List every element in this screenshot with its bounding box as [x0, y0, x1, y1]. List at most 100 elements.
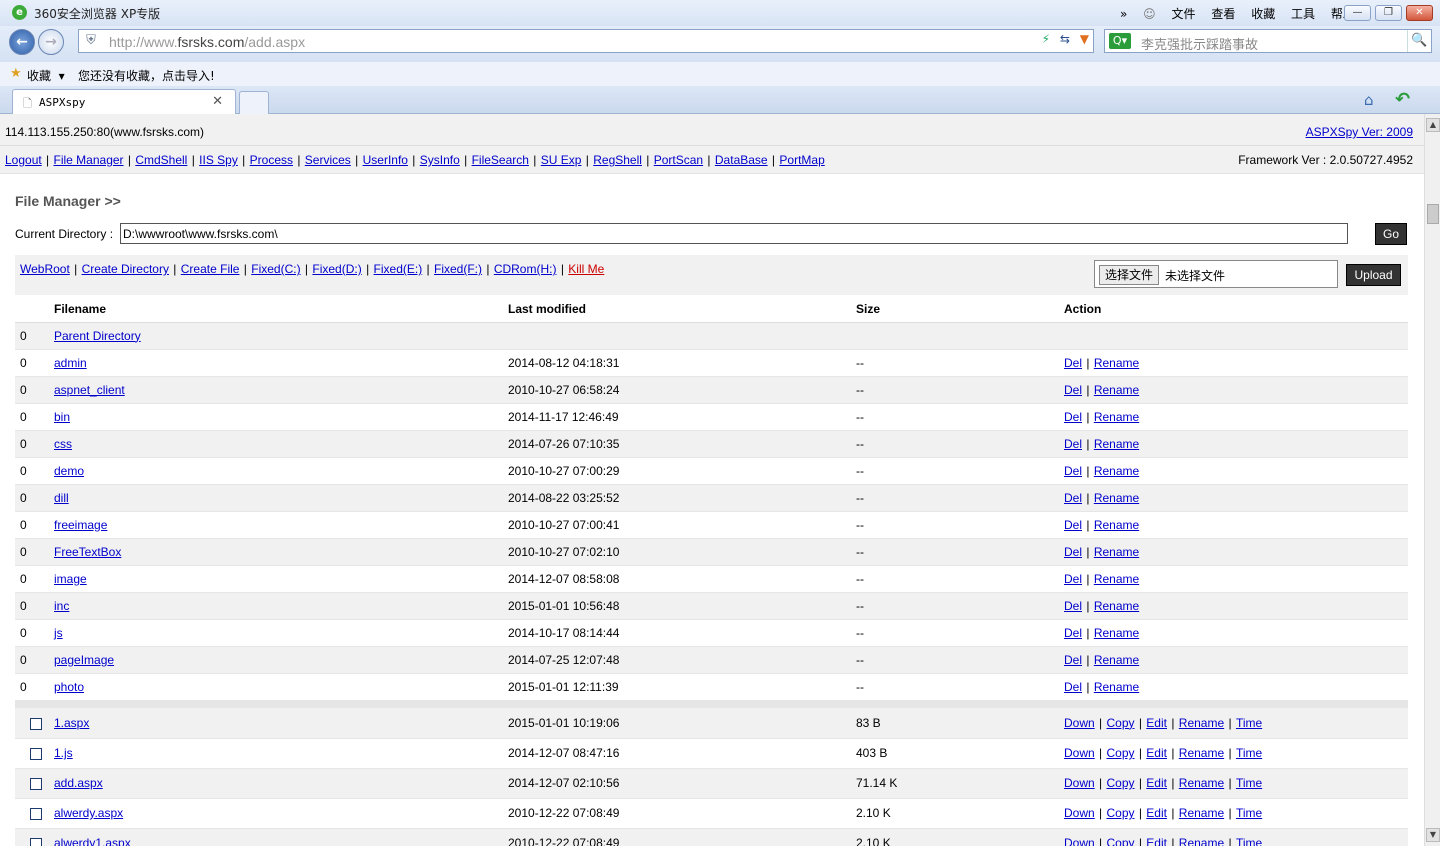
search-engine-icon[interactable]: Q▾ [1109, 33, 1131, 49]
time-link[interactable]: Time [1236, 716, 1262, 730]
rename-link[interactable]: Rename [1094, 356, 1139, 370]
del-link[interactable]: Del [1064, 572, 1082, 586]
directory-link[interactable]: aspnet_client [54, 383, 125, 397]
menu-more[interactable]: » [1120, 7, 1127, 21]
parent-directory-link[interactable]: Parent Directory [54, 329, 141, 343]
nav-link-userinfo[interactable]: UserInfo [363, 153, 408, 167]
quick-link-fixed-f[interactable]: Fixed(F:) [434, 262, 482, 276]
file-link[interactable]: add.aspx [54, 776, 103, 790]
nav-link-process[interactable]: Process [250, 153, 293, 167]
chevron-down-icon[interactable]: ▼ [1080, 32, 1089, 46]
vertical-scrollbar[interactable]: ▲ ▼ [1424, 114, 1440, 846]
nav-link-filesearch[interactable]: FileSearch [472, 153, 529, 167]
edit-link[interactable]: Edit [1146, 836, 1167, 846]
rename-link[interactable]: Rename [1094, 518, 1139, 532]
nav-link-file-manager[interactable]: File Manager [54, 153, 124, 167]
file-link[interactable]: alwerdy.aspx [54, 806, 123, 820]
copy-link[interactable]: Copy [1106, 716, 1134, 730]
compat-mode-icon[interactable]: ⇆ [1060, 32, 1070, 46]
file-upload-input[interactable]: 选择文件 未选择文件 [1094, 260, 1338, 288]
nav-link-regshell[interactable]: RegShell [593, 153, 642, 167]
time-link[interactable]: Time [1236, 836, 1262, 846]
down-link[interactable]: Down [1064, 746, 1095, 760]
edit-link[interactable]: Edit [1146, 716, 1167, 730]
favorites-import-link[interactable]: 您还没有收藏，点击导入! [78, 67, 215, 84]
rename-link[interactable]: Rename [1094, 599, 1139, 613]
quick-link-fixed-e[interactable]: Fixed(E:) [374, 262, 423, 276]
quick-link-create-file[interactable]: Create File [181, 262, 240, 276]
search-icon[interactable]: 🔍 [1407, 30, 1431, 52]
scroll-up-button[interactable]: ▲ [1426, 118, 1440, 132]
directory-link[interactable]: inc [54, 599, 69, 613]
scrollbar-thumb[interactable] [1427, 204, 1439, 224]
del-link[interactable]: Del [1064, 518, 1082, 532]
rename-link[interactable]: Rename [1094, 491, 1139, 505]
lightning-icon[interactable]: ⚡ [1042, 32, 1050, 46]
rename-link[interactable]: Rename [1179, 836, 1224, 846]
nav-link-portscan[interactable]: PortScan [654, 153, 703, 167]
quick-link-fixed-d[interactable]: Fixed(D:) [312, 262, 361, 276]
file-checkbox[interactable] [30, 777, 42, 790]
url-text[interactable]: http://www.fsrsks.com/add.aspx [109, 34, 305, 50]
rename-link[interactable]: Rename [1094, 626, 1139, 640]
file-checkbox[interactable] [30, 747, 42, 760]
current-directory-input[interactable]: D:\wwwroot\www.fsrsks.com\ [120, 223, 1348, 244]
del-link[interactable]: Del [1064, 653, 1082, 667]
down-link[interactable]: Down [1064, 716, 1095, 730]
nav-link-logout[interactable]: Logout [5, 153, 42, 167]
home-icon[interactable]: ⌂ [1364, 91, 1374, 109]
menu-view[interactable]: 查看 [1211, 7, 1235, 21]
rename-link[interactable]: Rename [1179, 806, 1224, 820]
rename-link[interactable]: Rename [1094, 545, 1139, 559]
user-icon[interactable]: ☺ [1143, 7, 1156, 21]
nav-link-services[interactable]: Services [305, 153, 351, 167]
upload-button[interactable]: Upload [1346, 264, 1401, 286]
rename-link[interactable]: Rename [1179, 746, 1224, 760]
new-tab-button[interactable] [239, 91, 269, 114]
del-link[interactable]: Del [1064, 599, 1082, 613]
directory-link[interactable]: admin [54, 356, 87, 370]
directory-link[interactable]: css [54, 437, 72, 451]
rename-link[interactable]: Rename [1094, 383, 1139, 397]
del-link[interactable]: Del [1064, 626, 1082, 640]
del-link[interactable]: Del [1064, 437, 1082, 451]
nav-link-cmdshell[interactable]: CmdShell [135, 153, 187, 167]
rename-link[interactable]: Rename [1094, 680, 1139, 694]
search-input[interactable]: 李克强批示踩踏事故 [1141, 34, 1258, 53]
close-tab-icon[interactable]: ✕ [212, 94, 223, 109]
directory-link[interactable]: bin [54, 410, 70, 424]
forward-button[interactable]: → [38, 29, 64, 55]
edit-link[interactable]: Edit [1146, 746, 1167, 760]
directory-link[interactable]: demo [54, 464, 84, 478]
minimize-button[interactable]: — [1344, 5, 1371, 21]
quick-link-cdrom-h[interactable]: CDRom(H:) [494, 262, 557, 276]
directory-link[interactable]: photo [54, 680, 84, 694]
del-link[interactable]: Del [1064, 491, 1082, 505]
return-arrow-icon[interactable]: ↶ [1395, 89, 1410, 110]
directory-link[interactable]: pageImage [54, 653, 114, 667]
nav-link-iis-spy[interactable]: IIS Spy [199, 153, 238, 167]
del-link[interactable]: Del [1064, 356, 1082, 370]
kill-me-link[interactable]: Kill Me [568, 262, 604, 276]
quick-link-fixed-c[interactable]: Fixed(C:) [251, 262, 300, 276]
down-link[interactable]: Down [1064, 806, 1095, 820]
edit-link[interactable]: Edit [1146, 806, 1167, 820]
time-link[interactable]: Time [1236, 746, 1262, 760]
restore-button[interactable]: ❐ [1375, 5, 1402, 21]
nav-link-su-exp[interactable]: SU Exp [541, 153, 582, 167]
rename-link[interactable]: Rename [1094, 572, 1139, 586]
copy-link[interactable]: Copy [1106, 806, 1134, 820]
edit-link[interactable]: Edit [1146, 776, 1167, 790]
favorites-button[interactable]: 收藏 ▾ [27, 67, 65, 84]
file-link[interactable]: 1.aspx [54, 716, 89, 730]
directory-link[interactable]: dill [54, 491, 69, 505]
nav-link-database[interactable]: DataBase [715, 153, 768, 167]
del-link[interactable]: Del [1064, 680, 1082, 694]
nav-link-portmap[interactable]: PortMap [779, 153, 824, 167]
directory-link[interactable]: FreeTextBox [54, 545, 121, 559]
copy-link[interactable]: Copy [1106, 776, 1134, 790]
time-link[interactable]: Time [1236, 776, 1262, 790]
menu-favorites[interactable]: 收藏 [1251, 7, 1275, 21]
del-link[interactable]: Del [1064, 410, 1082, 424]
file-checkbox[interactable] [30, 807, 42, 820]
